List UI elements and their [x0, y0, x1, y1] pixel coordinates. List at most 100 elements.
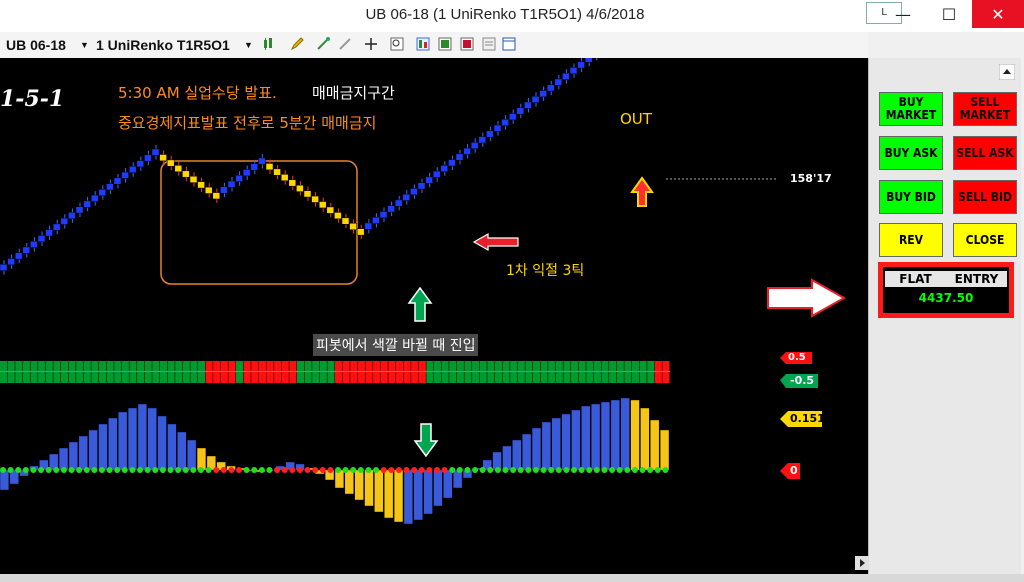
properties-icon[interactable]	[416, 37, 430, 51]
close-position-button[interactable]: CLOSE	[953, 223, 1017, 257]
renko-brick	[83, 200, 91, 208]
data-box-icon[interactable]	[502, 37, 516, 51]
zero-dot	[129, 467, 136, 473]
chart-canvas[interactable]	[0, 58, 868, 574]
histogram-bar	[108, 417, 118, 471]
renko-brick	[524, 101, 532, 109]
renko-brick	[166, 159, 175, 167]
scroll-right-icon[interactable]	[855, 556, 869, 570]
renko-brick	[372, 216, 380, 224]
close-button[interactable]: ✕	[972, 0, 1024, 28]
crosshair-icon[interactable]	[364, 37, 378, 51]
instrument-dropdown-icon[interactable]: ▼	[80, 40, 89, 50]
zero-dot	[647, 467, 654, 473]
templates-icon[interactable]	[482, 37, 496, 51]
renko-brick	[318, 201, 327, 209]
maximize-button[interactable]: ☐	[926, 0, 972, 28]
corner-label: 1-5-1	[0, 86, 65, 112]
zero-dot	[365, 467, 372, 473]
zero-dot	[418, 467, 425, 473]
drawing-tools-icon[interactable]	[316, 37, 330, 51]
zero-dot	[456, 467, 463, 473]
minimize-button[interactable]: —	[880, 0, 926, 28]
renko-brick	[159, 154, 167, 162]
sell-bid-button[interactable]: SELL BID	[953, 180, 1017, 214]
position-status: FLAT	[899, 272, 932, 286]
renko-brick	[90, 194, 99, 202]
renko-brick	[455, 153, 464, 161]
zero-dot	[548, 467, 555, 473]
renko-brick	[106, 183, 114, 191]
hide-drawings-icon[interactable]	[338, 37, 352, 51]
renko-brick	[440, 165, 449, 173]
zero-dot	[175, 467, 182, 473]
zero-dot	[281, 467, 288, 473]
renko-brick	[52, 223, 61, 231]
zero-dot	[167, 467, 174, 473]
zero-dot	[449, 467, 456, 473]
sell-ask-button[interactable]: SELL ASK	[953, 136, 1017, 170]
period-dropdown-icon[interactable]: ▼	[244, 40, 253, 50]
zero-dot	[296, 467, 303, 473]
histogram-bar	[561, 413, 571, 471]
histogram-bar	[196, 447, 207, 471]
histogram-bar	[640, 407, 650, 471]
renko-brick	[349, 223, 357, 230]
zero-dot	[563, 467, 570, 473]
status-bar	[0, 574, 1024, 582]
zero-dot	[510, 467, 517, 473]
zero-dot	[205, 467, 212, 473]
renko-brick	[516, 107, 525, 115]
chart-panel[interactable]: 1-5-1 5:30 AM 실업수당 발표. 매매금지구간 중요경제지표발표 전…	[0, 58, 868, 574]
zero-dot	[266, 467, 273, 473]
zero-dot	[76, 467, 83, 473]
renko-brick	[546, 84, 555, 92]
renko-brick	[68, 212, 76, 220]
zero-dot	[532, 467, 539, 473]
price-label: 158'17	[790, 172, 832, 185]
buy-ask-button[interactable]: BUY ASK	[879, 136, 943, 170]
zero-dot	[7, 467, 14, 473]
sell-market-button[interactable]: SELL MARKET	[953, 92, 1017, 126]
zero-dot	[304, 467, 311, 473]
draw-pencil-icon[interactable]	[290, 37, 304, 51]
zero-dot	[137, 467, 144, 473]
strategies-icon[interactable]	[460, 37, 474, 51]
renko-brick	[501, 119, 509, 126]
renko-brick	[402, 193, 411, 201]
zero-dot	[197, 467, 204, 473]
renko-brick	[493, 124, 502, 132]
badge-3: 0.151	[790, 412, 825, 425]
histogram-bar	[433, 469, 443, 507]
renko-brick	[151, 148, 160, 156]
zero-dot	[654, 467, 661, 473]
zero-dot	[433, 467, 440, 473]
indicators-icon[interactable]	[438, 37, 452, 51]
zoom-icon[interactable]	[390, 37, 404, 51]
buy-bid-button[interactable]: BUY BID	[879, 180, 943, 214]
instrument-selector[interactable]: UB 06-18	[6, 37, 66, 53]
zero-dot	[121, 467, 128, 473]
renko-brick	[182, 170, 190, 178]
zero-dot	[38, 467, 45, 473]
renko-brick	[417, 182, 426, 190]
chart-style-icon[interactable]	[262, 37, 276, 51]
histogram-bar	[0, 469, 10, 491]
note-line1-part1: 5:30 AM 실업수당 발표.	[118, 84, 277, 102]
zero-dot	[68, 467, 75, 473]
zero-dot	[114, 467, 121, 473]
zero-dot	[0, 467, 6, 473]
renko-brick	[425, 176, 433, 184]
histogram-bar	[502, 445, 512, 471]
zero-dot	[540, 467, 547, 473]
reverse-button[interactable]: REV	[879, 223, 943, 257]
histogram-bar	[413, 469, 423, 521]
zero-dot	[98, 467, 105, 473]
zero-dot	[662, 467, 669, 473]
scroll-up-icon[interactable]	[999, 64, 1015, 80]
zero-dot	[609, 467, 616, 473]
buy-market-button[interactable]: BUY MARKET	[879, 92, 943, 126]
zero-dot	[525, 467, 532, 473]
entry-label: ENTRY	[954, 272, 999, 286]
period-selector[interactable]: 1 UniRenko T1R5O1	[96, 37, 230, 53]
